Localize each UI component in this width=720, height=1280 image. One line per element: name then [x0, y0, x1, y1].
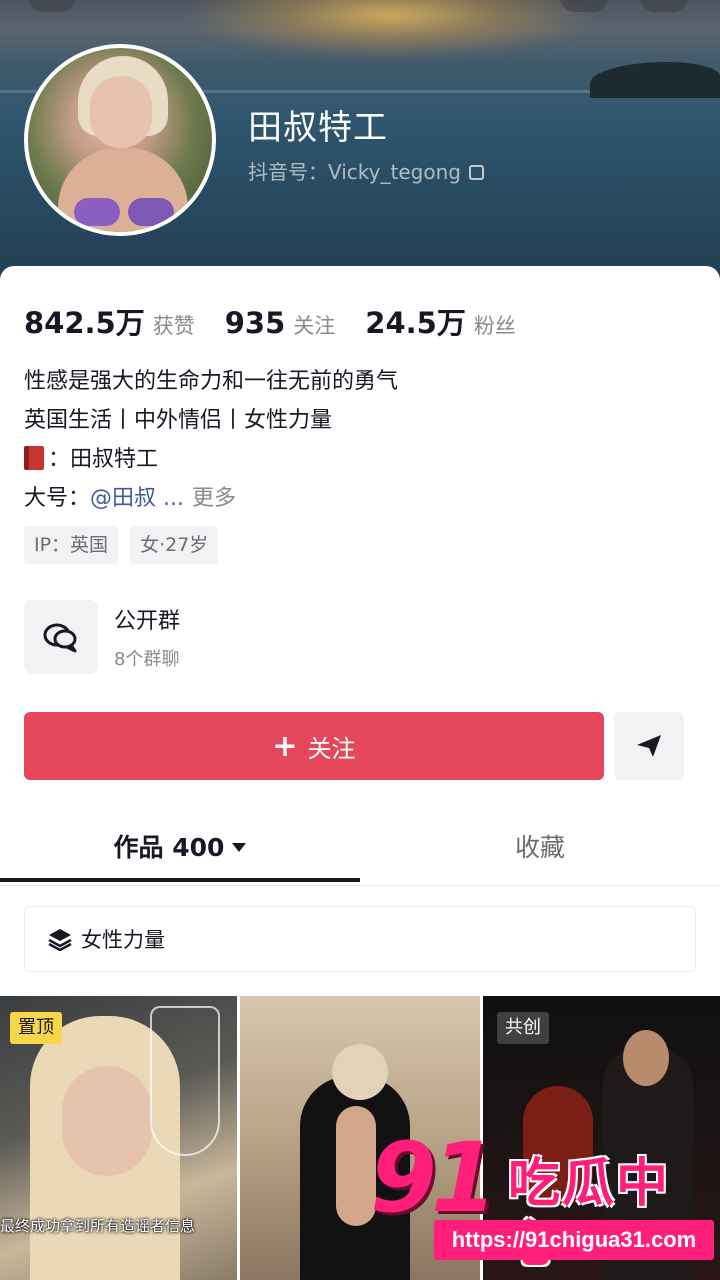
- bio-line-3: ：田叔特工: [24, 440, 398, 479]
- stat-likes[interactable]: 842.5万 获赞: [24, 300, 195, 342]
- content-tabs: 作品 400 收藏: [0, 822, 720, 886]
- collection-filter[interactable]: 女性力量: [24, 906, 696, 972]
- video-tile[interactable]: 置顶 最终成功拿到所有造谣者信息: [0, 996, 237, 1280]
- book-icon: [24, 446, 44, 470]
- collection-label: 女性力量: [81, 928, 165, 952]
- mention-link[interactable]: @田叔 ...: [90, 486, 184, 511]
- douyin-id[interactable]: 抖音号：Vicky_tegong: [248, 156, 484, 185]
- stat-followers-label: 粉丝: [473, 314, 516, 338]
- tag-row: IP：英国 女·27岁: [24, 526, 230, 564]
- group-chat-icon: [24, 600, 98, 674]
- bio-line-3-text: ：田叔特工: [48, 447, 159, 472]
- tab-active-indicator: [0, 878, 360, 882]
- follow-label: 关注: [307, 734, 356, 763]
- tag-gender-age: 女·27岁: [130, 526, 219, 564]
- stat-followers[interactable]: 24.5万 粉丝: [365, 300, 516, 342]
- banner-sky: [180, 0, 600, 60]
- group-subtitle: 8个群聊: [114, 649, 180, 670]
- stat-likes-value: 842.5万: [24, 306, 145, 340]
- stat-likes-label: 获赞: [152, 314, 195, 338]
- caret-down-icon: [232, 843, 247, 852]
- video-caption: 最终成功拿到所有造谣者信息: [0, 1217, 196, 1235]
- back-button[interactable]: [28, 0, 76, 12]
- watermark-url: https://91chigua31.com: [434, 1220, 714, 1260]
- wine-glass: [150, 1006, 220, 1156]
- pinned-badge: 置顶: [10, 1012, 62, 1044]
- layers-icon: [48, 929, 72, 951]
- tab-works[interactable]: 作品 400: [0, 822, 360, 886]
- avatar[interactable]: [24, 44, 216, 236]
- follow-button[interactable]: + 关注: [24, 712, 604, 780]
- stat-following-label: 关注: [293, 314, 336, 338]
- group-text: 公开群 8个群聊: [114, 603, 180, 671]
- banner-island: [590, 62, 720, 98]
- share-button[interactable]: [614, 712, 684, 780]
- bio-line-4-prefix: 大号：: [24, 486, 91, 511]
- watermark: 91 吃瓜中心 https://91chigua31.com: [370, 1128, 720, 1280]
- send-icon: [637, 735, 661, 757]
- tag-ip: IP：英国: [24, 526, 119, 564]
- douyin-id-text: 抖音号：Vicky_tegong: [248, 160, 461, 184]
- group-title: 公开群: [114, 609, 181, 634]
- tab-favorites[interactable]: 收藏: [360, 822, 720, 886]
- public-group[interactable]: 公开群 8个群聊: [24, 600, 180, 674]
- nickname: 田叔特工: [248, 108, 388, 148]
- stat-following[interactable]: 935 关注: [225, 306, 336, 340]
- bio-line-2: 英国生活丨中外情侣丨女性力量: [24, 408, 333, 433]
- bio-more-link[interactable]: 更多: [192, 486, 236, 511]
- collab-badge: 共创: [497, 1012, 549, 1044]
- watermark-number: 91: [370, 1122, 498, 1234]
- tab-works-label: 作品 400: [113, 833, 225, 862]
- bio: 性感是强大的生命力和一往无前的勇气 英国生活丨中外情侣丨女性力量 ：田叔特工 大…: [24, 362, 398, 518]
- search-button[interactable]: [560, 0, 608, 12]
- plus-icon: +: [272, 728, 298, 764]
- copy-icon[interactable]: [468, 165, 484, 180]
- stat-following-value: 935: [224, 306, 286, 340]
- more-button[interactable]: [640, 0, 688, 12]
- bio-line-4: 大号：@田叔 ... 更多: [24, 479, 398, 518]
- stats-row: 842.5万 获赞 935 关注 24.5万 粉丝: [24, 300, 546, 342]
- bio-line-1: 性感是强大的生命力和一往无前的勇气: [24, 369, 399, 394]
- stat-followers-value: 24.5万: [365, 306, 466, 340]
